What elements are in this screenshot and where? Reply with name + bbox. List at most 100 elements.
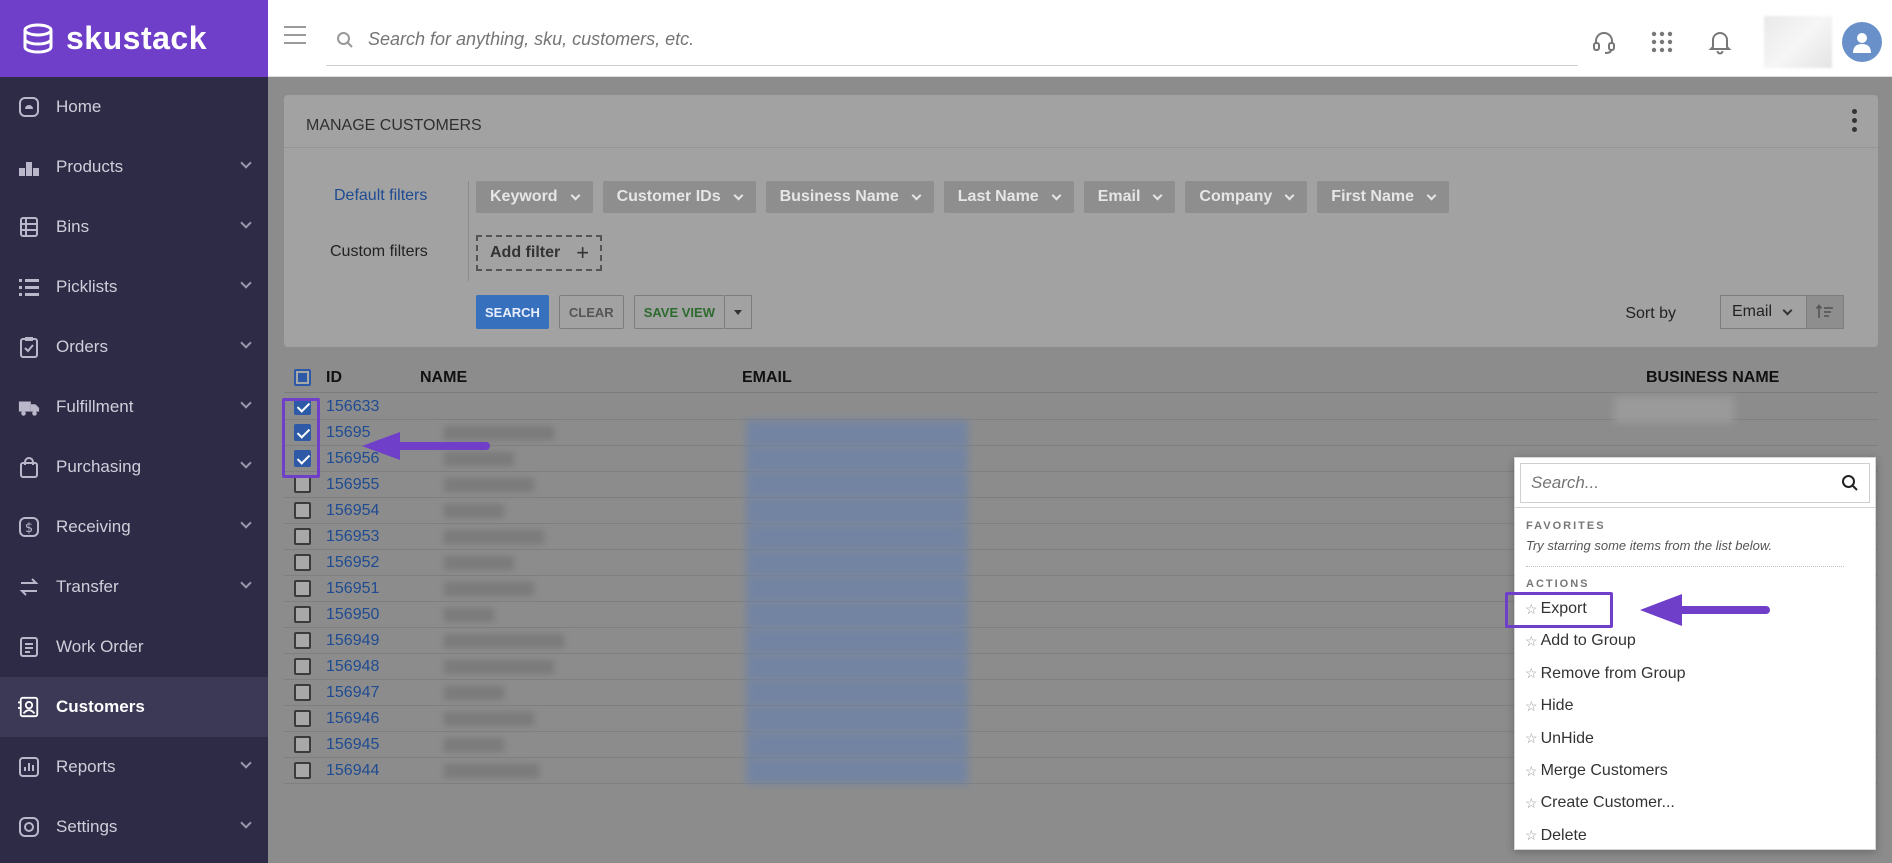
customer-id-link[interactable]: 156952 (326, 554, 379, 572)
sidebar-item-transfer[interactable]: Transfer (0, 557, 268, 617)
sidebar-item-customers[interactable]: Customers (0, 677, 268, 737)
chevron-down-icon[interactable] (240, 217, 252, 229)
clear-button[interactable]: CLEAR (558, 295, 624, 329)
customer-id-link[interactable]: 156945 (326, 736, 379, 754)
row-checkbox[interactable] (294, 502, 311, 519)
search-button[interactable]: SEARCH (476, 295, 549, 329)
notifications-bell-icon[interactable] (1700, 20, 1740, 64)
customer-id-link[interactable]: 156948 (326, 658, 379, 676)
chevron-down-icon[interactable] (240, 577, 252, 589)
table-row[interactable]: 156633 (284, 394, 1878, 423)
star-icon[interactable]: ☆ (1525, 633, 1538, 650)
chevron-down-icon[interactable] (240, 817, 252, 829)
row-checkbox[interactable] (294, 762, 311, 779)
apps-grid-icon[interactable] (1642, 20, 1682, 64)
sidebar-item-home[interactable]: Home (0, 77, 268, 137)
customer-id-link[interactable]: 156944 (326, 762, 379, 780)
sidebar-item-orders[interactable]: Orders (0, 317, 268, 377)
star-icon[interactable]: ☆ (1525, 730, 1538, 747)
filter-last-name[interactable]: Last Name (943, 181, 1074, 213)
table-row[interactable]: 15695 (284, 420, 1878, 446)
dropdown-search-input[interactable] (1531, 473, 1831, 493)
chevron-down-icon[interactable] (240, 337, 252, 349)
add-filter-button[interactable]: Add filter + (476, 235, 602, 271)
customer-id-link[interactable]: 156953 (326, 528, 379, 546)
customer-id-link[interactable]: 156947 (326, 684, 379, 702)
row-checkbox[interactable] (294, 606, 311, 623)
row-checkbox[interactable] (294, 658, 311, 675)
action-create-customer[interactable]: ☆ Create Customer... (1525, 794, 1675, 812)
filter-email[interactable]: Email (1083, 181, 1176, 213)
chevron-down-icon[interactable] (240, 517, 252, 529)
column-header-business-name[interactable]: BUSINESS NAME (1646, 369, 1779, 387)
star-icon[interactable]: ☆ (1525, 763, 1538, 780)
action-remove-from-group[interactable]: ☆ Remove from Group (1525, 665, 1686, 683)
default-filters-tab[interactable]: Default filters (334, 187, 427, 205)
sidebar-item-products[interactable]: Products (0, 137, 268, 197)
favorites-heading: FAVORITES (1526, 520, 1606, 532)
column-header-email[interactable]: EMAIL (742, 369, 792, 387)
row-checkbox[interactable] (294, 684, 311, 701)
chevron-down-icon[interactable] (240, 277, 252, 289)
chevron-down-icon[interactable] (240, 757, 252, 769)
action-delete[interactable]: ☆ Delete (1525, 827, 1587, 845)
filter-keyword[interactable]: Keyword (476, 181, 593, 213)
star-icon[interactable]: ☆ (1525, 827, 1538, 844)
chevron-down-icon[interactable] (240, 457, 252, 469)
sidebar-item-receiving[interactable]: $ Receiving (0, 497, 268, 557)
filter-first-name[interactable]: First Name (1317, 181, 1449, 213)
brand[interactable]: skustack (0, 0, 268, 77)
blurred-name (444, 530, 544, 544)
action-add-to-group[interactable]: ☆ Add to Group (1525, 632, 1636, 650)
select-all-checkbox[interactable] (294, 369, 311, 386)
row-checkbox[interactable] (294, 736, 311, 753)
customer-id-link[interactable]: 156951 (326, 580, 379, 598)
sidebar-item-purchasing[interactable]: Purchasing (0, 437, 268, 497)
sidebar-item-work-order[interactable]: Work Order (0, 617, 268, 677)
more-options-icon[interactable] (1852, 109, 1858, 136)
star-icon[interactable]: ☆ (1525, 665, 1538, 682)
sidebar-item-picklists[interactable]: Picklists (0, 257, 268, 317)
sidebar-item-settings[interactable]: Settings (0, 797, 268, 857)
customer-id-link[interactable]: 156954 (326, 502, 379, 520)
save-view-button[interactable]: SAVE VIEW (633, 295, 724, 329)
save-view-caret-icon[interactable] (723, 295, 752, 329)
column-header-name[interactable]: NAME (420, 369, 467, 387)
sidebar-item-fulfillment[interactable]: Fulfillment (0, 377, 268, 437)
sort-select[interactable]: Email (1720, 295, 1808, 329)
customer-id-link[interactable]: 156949 (326, 632, 379, 650)
blurred-name (444, 634, 564, 648)
avatar[interactable] (1842, 22, 1882, 62)
row-checkbox[interactable] (294, 580, 311, 597)
column-header-id[interactable]: ID (326, 369, 342, 387)
row-checkbox[interactable] (294, 554, 311, 571)
support-headset-icon[interactable] (1584, 20, 1624, 64)
filter-business-name[interactable]: Business Name (765, 181, 934, 213)
customer-id-link[interactable]: 156950 (326, 606, 379, 624)
action-unhide[interactable]: ☆ UnHide (1525, 730, 1594, 748)
row-checkbox[interactable] (294, 476, 311, 493)
customer-id-link[interactable]: 156955 (326, 476, 379, 494)
chevron-down-icon[interactable] (240, 157, 252, 169)
row-checkbox[interactable] (294, 632, 311, 649)
sort-direction-icon[interactable] (1806, 295, 1844, 329)
star-icon[interactable]: ☆ (1525, 698, 1538, 715)
row-checkbox[interactable] (294, 528, 311, 545)
hamburger-menu-icon[interactable] (284, 26, 306, 50)
sidebar-item-bins[interactable]: Bins (0, 197, 268, 257)
action-merge-customers[interactable]: ☆ Merge Customers (1525, 762, 1668, 780)
global-search[interactable] (326, 14, 1578, 66)
dropdown-search[interactable] (1520, 463, 1870, 503)
filter-customer-ids[interactable]: Customer IDs (602, 181, 756, 213)
sidebar-item-reports[interactable]: Reports (0, 737, 268, 797)
filter-company[interactable]: Company (1185, 181, 1308, 213)
action-hide[interactable]: ☆ Hide (1525, 697, 1573, 715)
settings-icon (18, 816, 40, 838)
star-icon[interactable]: ☆ (1525, 795, 1538, 812)
global-search-input[interactable] (368, 29, 1548, 50)
customer-id-link[interactable]: 156633 (326, 398, 379, 416)
row-checkbox[interactable] (294, 710, 311, 727)
customer-id-link[interactable]: 156946 (326, 710, 379, 728)
blurred-name (444, 660, 554, 674)
chevron-down-icon[interactable] (240, 397, 252, 409)
